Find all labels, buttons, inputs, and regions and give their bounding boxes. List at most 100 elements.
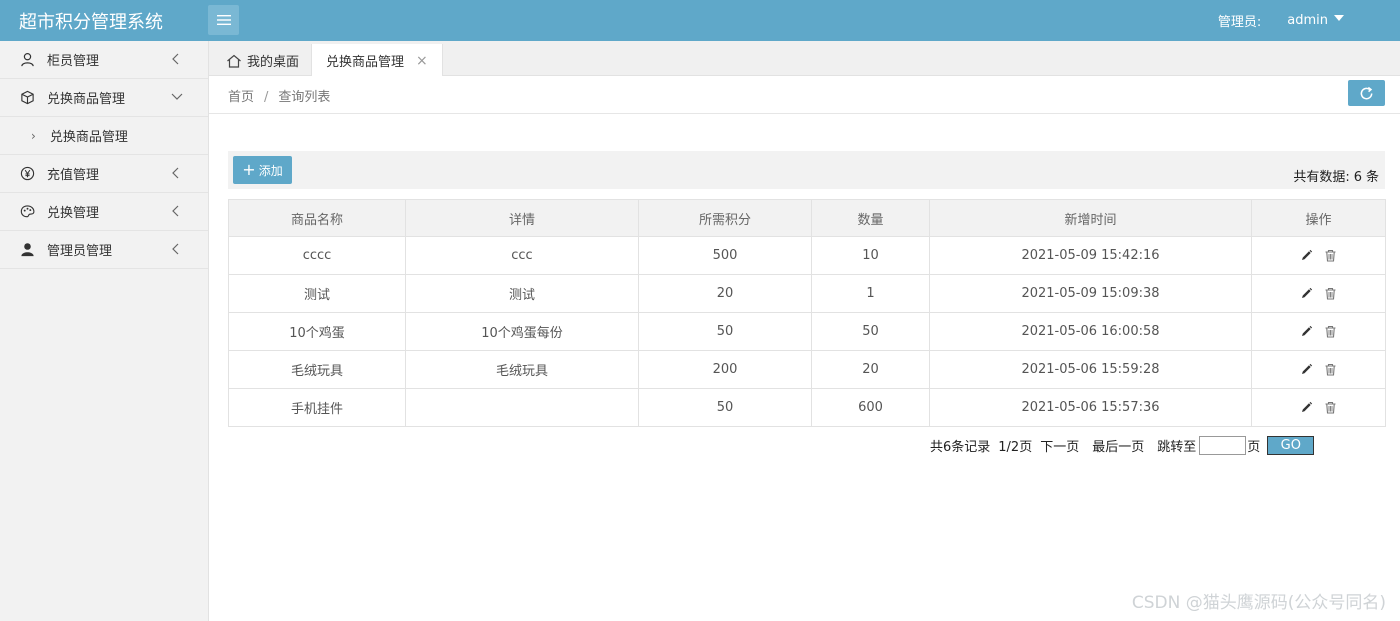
cell-points: 50 xyxy=(638,388,812,427)
cell-points: 50 xyxy=(638,312,812,351)
breadcrumb-current: 查询列表 xyxy=(278,90,331,105)
jump-page-input[interactable] xyxy=(1199,436,1247,455)
sidebar-item-exchange[interactable]: 兑换管理 xyxy=(0,193,208,231)
sidebar-item-teller[interactable]: 柜员管理 xyxy=(0,41,208,79)
sidebar-item-goods[interactable]: 兑换商品管理 xyxy=(0,79,208,117)
chevron-left-icon xyxy=(172,243,179,255)
cell-actions xyxy=(1251,350,1386,389)
table-header-row: 商品名称 详情 所需积分 数量 新增时间 操作 xyxy=(228,199,1386,237)
trash-icon[interactable] xyxy=(1324,249,1337,262)
top-header: 超市积分管理系统 管理员: admin xyxy=(0,0,1400,41)
cell-quantity: 10 xyxy=(811,236,930,275)
cell-detail: 毛绒玩具 xyxy=(405,350,639,389)
sidebar-item-label: 充值管理 xyxy=(47,168,100,183)
cell-name: 手机挂件 xyxy=(228,388,406,427)
trash-icon[interactable] xyxy=(1324,363,1337,376)
table-row: 手机挂件 50 600 2021-05-06 15:57:36 xyxy=(228,388,1386,427)
app-title: 超市积分管理系统 xyxy=(19,12,163,33)
tab-label: 我的桌面 xyxy=(247,55,300,70)
jump-suffix: 页 xyxy=(1247,440,1261,455)
username[interactable]: admin xyxy=(1287,13,1328,28)
role-label: 管理员: xyxy=(1217,15,1262,30)
sidebar-item-label: 兑换商品管理 xyxy=(47,92,126,107)
sidebar: 柜员管理 兑换商品管理 › 兑换商品管理 充值管理 兑换管理 管理员管理 xyxy=(0,41,209,621)
next-page-link[interactable]: 下一页 xyxy=(1040,436,1079,455)
sidebar-subitem-goods[interactable]: › 兑换商品管理 xyxy=(0,117,208,155)
table-row: cccc ccc 500 10 2021-05-09 15:42:16 xyxy=(228,236,1386,275)
tab-goods-management[interactable]: 兑换商品管理 × xyxy=(311,44,443,77)
cell-detail: 测试 xyxy=(405,274,639,313)
pager-page-info: 1/2页 xyxy=(998,440,1033,455)
chevron-left-icon xyxy=(172,205,179,217)
breadcrumb: 首页 / 查询列表 xyxy=(228,86,330,105)
tab-bar: 我的桌面 兑换商品管理 × xyxy=(209,41,1400,77)
table-row: 10个鸡蛋 10个鸡蛋每份 50 50 2021-05-06 16:00:58 xyxy=(228,312,1386,351)
sidebar-item-recharge[interactable]: 充值管理 xyxy=(0,155,208,193)
total-count-value: 6 xyxy=(1353,170,1362,185)
last-page-link[interactable]: 最后一页 xyxy=(1092,436,1144,455)
hamburger-icon xyxy=(216,15,231,25)
cell-quantity: 20 xyxy=(811,350,930,389)
caret-down-icon[interactable] xyxy=(1334,14,1344,21)
edit-icon[interactable] xyxy=(1300,363,1313,376)
cell-actions xyxy=(1251,274,1386,313)
sidebar-item-label: 柜员管理 xyxy=(47,54,100,69)
cell-points: 20 xyxy=(638,274,812,313)
cell-actions xyxy=(1251,388,1386,427)
user-icon xyxy=(19,52,35,68)
watermark: CSDN @猫头鹰源码(公众号同名) xyxy=(1131,593,1386,613)
cell-created: 2021-05-06 15:57:36 xyxy=(929,388,1252,427)
sidebar-item-admin[interactable]: 管理员管理 xyxy=(0,231,208,269)
edit-icon[interactable] xyxy=(1300,249,1313,262)
add-button-label: 添加 xyxy=(258,163,283,178)
trash-icon[interactable] xyxy=(1324,287,1337,300)
column-header-detail: 详情 xyxy=(405,199,639,237)
cell-quantity: 50 xyxy=(811,312,930,351)
menu-toggle-button[interactable] xyxy=(208,5,239,35)
user-menu[interactable]: 管理员: admin xyxy=(1218,11,1344,30)
tab-desktop[interactable]: 我的桌面 xyxy=(212,44,313,77)
cell-created: 2021-05-09 15:09:38 xyxy=(929,274,1252,313)
person-solid-icon xyxy=(19,242,35,258)
cell-name: 测试 xyxy=(228,274,406,313)
cell-created: 2021-05-06 16:00:58 xyxy=(929,312,1252,351)
cell-actions xyxy=(1251,236,1386,275)
tab-label: 兑换商品管理 xyxy=(326,55,405,70)
column-header-created: 新增时间 xyxy=(929,199,1252,237)
cell-name: cccc xyxy=(228,236,406,275)
trash-icon[interactable] xyxy=(1324,401,1337,414)
cell-quantity: 1 xyxy=(811,274,930,313)
add-button[interactable]: + 添加 xyxy=(233,156,292,184)
plus-icon: + xyxy=(242,160,256,179)
cell-name: 10个鸡蛋 xyxy=(228,312,406,351)
column-header-points: 所需积分 xyxy=(638,199,812,237)
go-button[interactable]: GO xyxy=(1267,436,1315,455)
edit-icon[interactable] xyxy=(1300,287,1313,300)
total-count: 共有数据: 6 条 xyxy=(1293,170,1379,185)
sidebar-item-label: 兑换管理 xyxy=(47,206,100,221)
sidebar-item-label: 管理员管理 xyxy=(47,244,113,259)
cell-name: 毛绒玩具 xyxy=(228,350,406,389)
edit-icon[interactable] xyxy=(1300,325,1313,338)
chevron-right-icon: › xyxy=(31,128,36,143)
breadcrumb-home-link[interactable]: 首页 xyxy=(228,90,254,105)
sidebar-subitem-label: 兑换商品管理 xyxy=(49,130,128,145)
cell-points: 200 xyxy=(638,350,812,389)
pager-records: 共6条记录 xyxy=(930,440,991,455)
cell-quantity: 600 xyxy=(811,388,930,427)
cell-created: 2021-05-09 15:42:16 xyxy=(929,236,1252,275)
table-toolbar: + 添加 共有数据: 6 条 xyxy=(228,151,1385,189)
chevron-left-icon xyxy=(172,53,179,65)
cell-points: 500 xyxy=(638,236,812,275)
cell-created: 2021-05-06 15:59:28 xyxy=(929,350,1252,389)
column-header-quantity: 数量 xyxy=(811,199,930,237)
cell-detail: ccc xyxy=(405,236,639,275)
chevron-down-icon xyxy=(171,93,183,100)
cube-icon xyxy=(19,90,35,106)
close-icon[interactable]: × xyxy=(416,53,428,69)
refresh-button[interactable] xyxy=(1348,80,1385,106)
column-header-name: 商品名称 xyxy=(228,199,406,237)
edit-icon[interactable] xyxy=(1300,401,1313,414)
trash-icon[interactable] xyxy=(1324,325,1337,338)
column-header-actions: 操作 xyxy=(1251,199,1386,237)
